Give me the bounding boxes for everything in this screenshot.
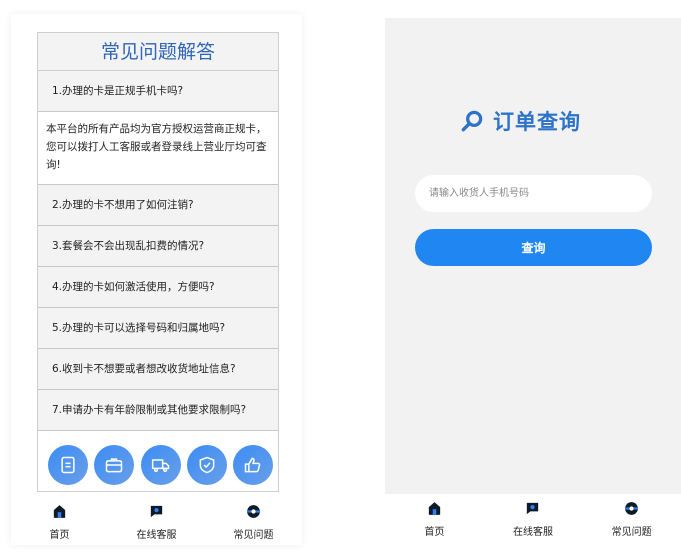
tab-faq[interactable]: 常见问题 xyxy=(597,500,667,538)
bottom-tabbar: 首页 在线客服 常见问题 xyxy=(385,494,681,545)
home-icon xyxy=(428,502,440,515)
briefcase-icon[interactable] xyxy=(94,445,135,485)
shield-check-icon[interactable] xyxy=(186,445,227,485)
query-button[interactable]: 查询 xyxy=(415,229,652,266)
chat-icon xyxy=(150,505,163,518)
tab-faq[interactable]: 常见问题 xyxy=(219,503,289,541)
thumbs-up-icon[interactable] xyxy=(233,445,273,485)
order-query-screen: 订单查询 查询 首页 在线客服 常见问题 xyxy=(385,18,681,545)
faq-question-3[interactable]: 3.套餐会不会出现乱扣费的情况? xyxy=(38,226,278,267)
tab-faq-label: 常见问题 xyxy=(233,530,274,541)
faq-question-4[interactable]: 4.办理的卡如何激活使用，方便吗? xyxy=(38,267,278,308)
tab-faq-label: 常见问题 xyxy=(611,527,652,538)
tab-home-label: 首页 xyxy=(424,527,445,538)
tab-service-label: 在线客服 xyxy=(136,530,177,541)
faq-question-7[interactable]: 7.申请办卡有年龄限制或其他要求限制吗? xyxy=(38,390,278,431)
tab-service-label: 在线客服 xyxy=(512,527,553,538)
tab-home[interactable]: 首页 xyxy=(25,503,95,541)
feature-icon-row xyxy=(48,445,273,485)
faq-question-5[interactable]: 5.办理的卡可以选择号码和归属地吗? xyxy=(38,308,278,349)
faq-icon xyxy=(247,505,260,518)
order-query-header: 订单查询 xyxy=(459,106,581,136)
tab-home[interactable]: 首页 xyxy=(399,500,469,538)
home-icon xyxy=(53,505,66,518)
faq-panel: 常见问题解答 1.办理的卡是正规手机卡吗? 本平台的所有产品均为官方授权运营商正… xyxy=(37,32,279,492)
tab-home-label: 首页 xyxy=(49,530,70,541)
order-query-title: 订单查询 xyxy=(493,110,581,134)
faq-icon xyxy=(625,502,639,515)
truck-icon[interactable] xyxy=(140,445,181,485)
chat-icon xyxy=(527,502,539,515)
bottom-tabbar: 首页 在线客服 常见问题 xyxy=(11,497,302,545)
tab-service[interactable]: 在线客服 xyxy=(122,503,192,541)
faq-screen: 常见问题解答 1.办理的卡是正规手机卡吗? 本平台的所有产品均为官方授权运营商正… xyxy=(11,14,302,545)
document-icon[interactable] xyxy=(48,445,88,485)
faq-question-6[interactable]: 6.收到卡不想要或者想改收货地址信息? xyxy=(38,349,278,390)
search-icon xyxy=(461,110,483,132)
faq-title: 常见问题解答 xyxy=(38,33,278,71)
phone-number-input[interactable] xyxy=(415,175,652,212)
faq-question-2[interactable]: 2.办理的卡不想用了如何注销? xyxy=(38,185,278,226)
tab-service[interactable]: 在线客服 xyxy=(498,500,568,538)
faq-question-1[interactable]: 1.办理的卡是正规手机卡吗? xyxy=(38,71,278,112)
screenshot-stage: 常见问题解答 1.办理的卡是正规手机卡吗? 本平台的所有产品均为官方授权运营商正… xyxy=(0,0,681,557)
faq-answer-1: 本平台的所有产品均为官方授权运营商正规卡，您可以拨打人工客服或者登录线上营业厅均… xyxy=(38,112,278,185)
